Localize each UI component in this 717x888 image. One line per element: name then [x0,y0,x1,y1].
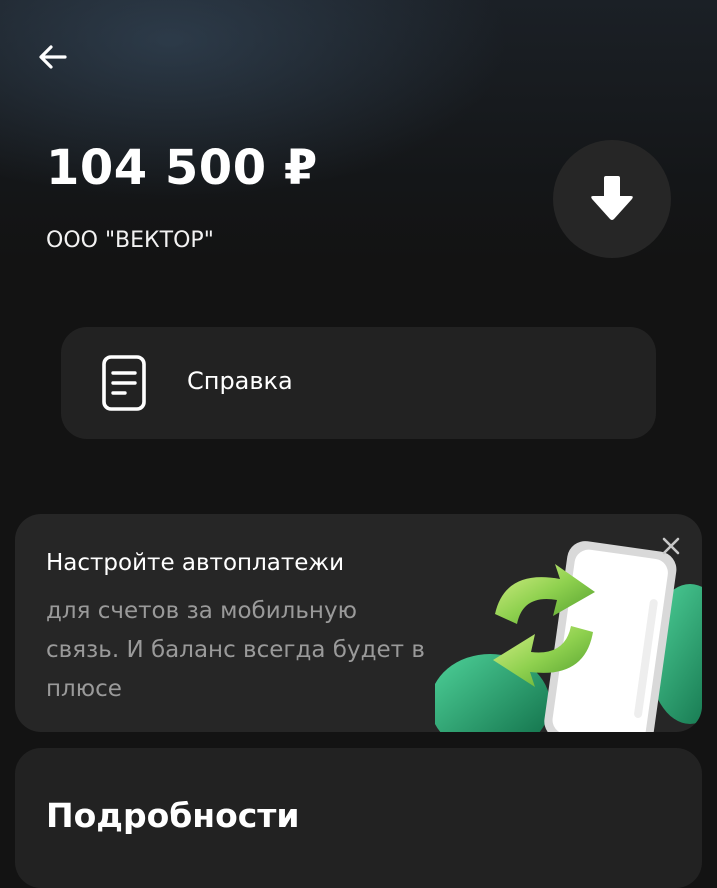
download-arrow-icon [591,176,633,220]
payment-amount: 104 500 ₽ [46,140,318,196]
document-icon [102,355,146,411]
details-section: Подробности [15,748,702,888]
promo-title: Настройте автоплатежи [46,550,345,576]
close-icon [662,537,680,555]
arrow-left-icon [39,45,67,69]
autopay-promo-card[interactable]: Настройте автоплатежи для счетов за моби… [15,514,702,732]
info-button-label: Справка [187,367,293,395]
phone-refresh-illustration [435,541,702,732]
details-heading: Подробности [46,796,300,835]
payee-name: ООО "ВЕКТОР" [46,228,214,253]
download-button[interactable] [553,140,671,258]
back-button[interactable] [34,38,72,76]
promo-text: для счетов за мобильную связь. И баланс … [46,598,425,702]
promo-close-button[interactable] [655,530,687,562]
info-button[interactable]: Справка [61,327,656,439]
